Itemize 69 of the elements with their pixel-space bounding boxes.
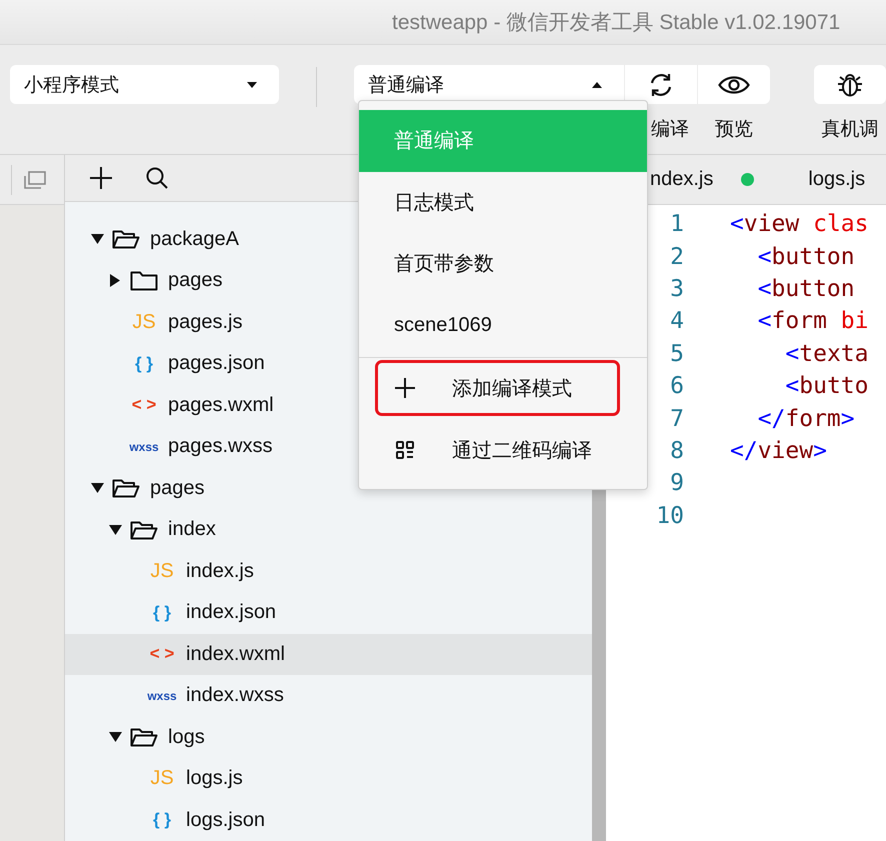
tree-item[interactable]: wxss index.wxss	[65, 675, 592, 716]
line-number: 6	[669, 373, 684, 400]
js-file-icon: JS	[150, 767, 174, 790]
line-number: 1	[669, 211, 684, 238]
open-folder-icon	[130, 727, 158, 748]
refresh-icon	[648, 72, 674, 98]
tree-item[interactable]: logs	[65, 716, 592, 758]
code-line: </view>	[730, 438, 827, 464]
windows-icon[interactable]	[24, 170, 46, 188]
open-folder-icon	[112, 478, 140, 498]
json-file-icon: { }	[153, 602, 171, 623]
open-folder-icon	[112, 229, 140, 250]
qr-code-icon	[395, 441, 415, 459]
plus-icon[interactable]	[90, 166, 112, 189]
folder-icon	[130, 270, 158, 291]
tree-item[interactable]: { } index.json	[65, 592, 592, 634]
code-line: <button	[756, 276, 855, 302]
tree-item[interactable]: < > index.wxml	[65, 634, 592, 675]
js-file-icon: JS	[150, 560, 174, 583]
compile-mode-dropdown[interactable]: 普通编译	[354, 65, 624, 104]
mode-dropdown[interactable]: 小程序模式	[10, 65, 280, 104]
bug-icon	[837, 72, 863, 98]
line-number: 5	[669, 340, 684, 367]
code-line: </form>	[756, 406, 855, 432]
open-folder-icon	[130, 520, 158, 540]
button-label: 预览	[715, 118, 753, 142]
editor-tab[interactable]: ndex.js	[650, 168, 754, 191]
expand-arrow-icon	[90, 483, 104, 494]
wxss-file-icon: wxss	[129, 440, 159, 454]
search-icon[interactable]	[146, 166, 168, 189]
line-number: 3	[669, 276, 684, 302]
expand-arrow-icon	[90, 234, 104, 244]
code-line: <button	[756, 244, 855, 270]
wxml-file-icon: < >	[150, 644, 174, 664]
code-line: <texta	[784, 340, 868, 367]
json-file-icon: { }	[153, 810, 171, 830]
menu-item[interactable]: scene1069	[359, 294, 647, 356]
window-title: testweapp - 微信开发者工具 Stable v1.02.19071	[392, 10, 840, 36]
line-number: 4	[669, 308, 684, 334]
menu-item[interactable]: 首页带参数	[359, 233, 647, 294]
tree-item[interactable]: JS logs.js	[65, 758, 592, 800]
wxml-file-icon: < >	[132, 395, 156, 416]
code-line: <form bi	[756, 308, 868, 334]
tree-item[interactable]: index	[65, 509, 592, 550]
line-number: 10	[655, 502, 684, 529]
plus-icon	[395, 378, 415, 398]
line-number: 8	[669, 438, 684, 464]
line-number: 7	[669, 406, 684, 432]
editor-tab[interactable]: logs.js	[808, 168, 866, 191]
menu-item[interactable]: 添加编译模式	[375, 360, 620, 416]
eye-icon	[718, 74, 750, 94]
tree-item[interactable]: { } logs.json	[65, 800, 592, 841]
line-number: 9	[669, 470, 684, 496]
menu-item[interactable]: 日志模式	[359, 172, 647, 233]
preview-button[interactable]	[698, 65, 770, 104]
line-number: 2	[669, 244, 684, 270]
collapse-arrow-icon	[110, 274, 120, 288]
expand-arrow-icon	[108, 524, 122, 535]
json-file-icon: { }	[135, 354, 153, 374]
button-label: 真机调	[822, 118, 878, 142]
device-debug-button[interactable]	[814, 65, 886, 104]
button-label: 编译	[651, 118, 689, 142]
code-line: <view clas	[730, 211, 868, 238]
js-file-icon: JS	[132, 310, 156, 334]
tree-item[interactable]: JS index.js	[65, 550, 592, 592]
code-line: <butto	[784, 373, 868, 400]
expand-arrow-icon	[108, 732, 122, 742]
compile-button[interactable]	[625, 65, 697, 104]
wxss-file-icon: wxss	[147, 688, 177, 703]
